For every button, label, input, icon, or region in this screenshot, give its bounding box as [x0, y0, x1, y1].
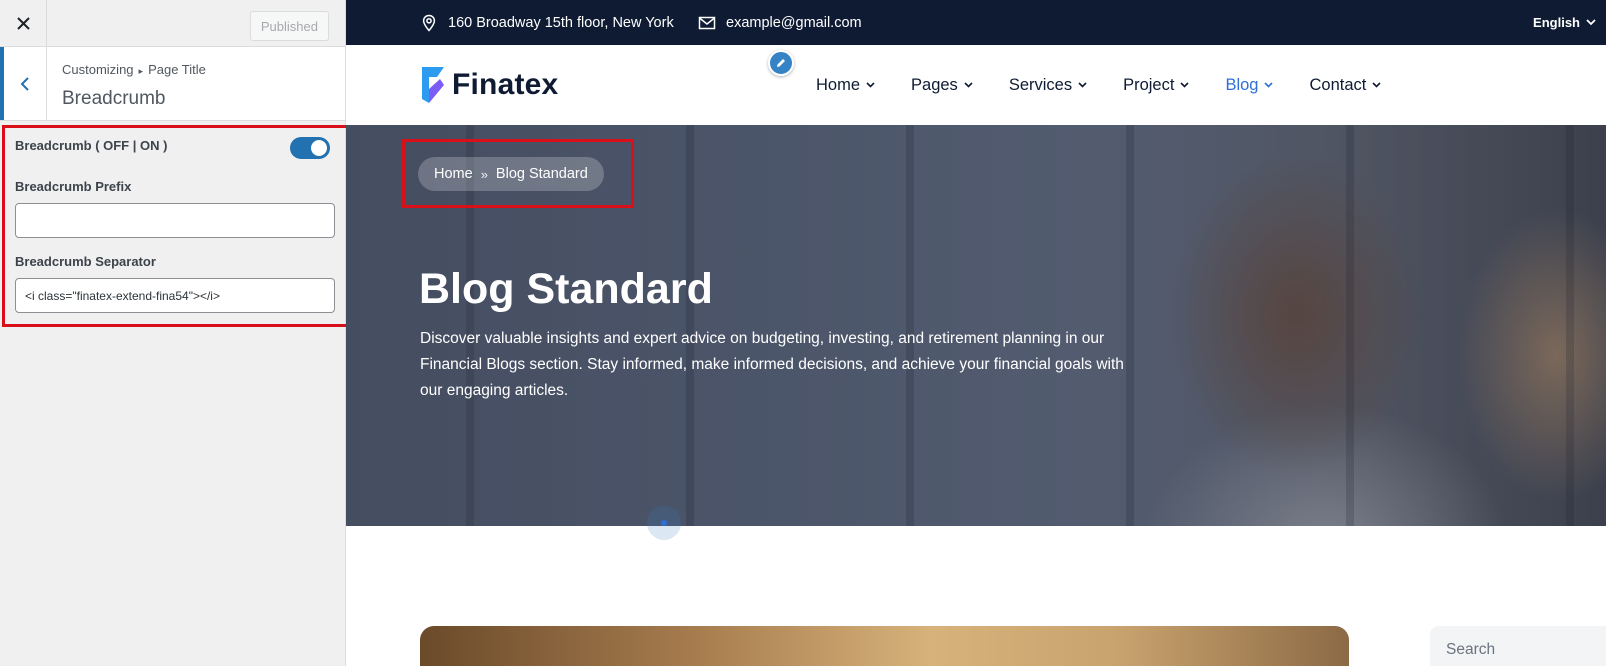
menu-item-blog[interactable]: Blog	[1225, 76, 1274, 95]
breadcrumb-home-link[interactable]: Home	[434, 166, 473, 182]
publish-button[interactable]: Published	[249, 11, 329, 41]
chevron-down-icon	[964, 82, 973, 88]
main-navbar: Finatex Home Pages Services Project Blog…	[346, 45, 1606, 125]
site-logo[interactable]: Finatex	[420, 65, 558, 105]
hero-content: Home » Blog Standard Blog Standard Disco…	[346, 125, 1606, 526]
breadcrumb-parent: Page Title	[148, 62, 206, 77]
close-customizer-button[interactable]	[0, 0, 47, 47]
menu-label[interactable]: Services	[1009, 76, 1072, 95]
pencil-icon	[777, 59, 785, 67]
hero-breadcrumb: Home » Blog Standard	[418, 157, 604, 191]
breadcrumb-controls-highlight: Breadcrumb ( OFF | ON ) Breadcrumb Prefi…	[2, 125, 349, 327]
breadcrumb-toggle[interactable]	[290, 137, 330, 159]
prefix-label: Breadcrumb Prefix	[15, 179, 132, 194]
language-label[interactable]: English	[1533, 15, 1580, 30]
breadcrumb-current: Blog Standard	[495, 166, 588, 182]
logo-text[interactable]: Finatex	[452, 68, 558, 102]
chevron-down-icon	[1078, 82, 1087, 88]
double-chevron-right-icon: »	[480, 166, 488, 182]
chevron-down-icon	[1586, 19, 1596, 26]
breadcrumb-prefix-input[interactable]	[15, 203, 335, 238]
email-text[interactable]: example@gmail.com	[726, 15, 862, 31]
sidebar-search-input[interactable]: Search	[1430, 626, 1606, 666]
address-text: 160 Broadway 15th floor, New York	[448, 14, 674, 31]
main-menu: Home Pages Services Project Blog Contact	[816, 45, 1417, 125]
chevron-down-icon	[1264, 82, 1274, 88]
menu-item-home[interactable]: Home	[816, 76, 875, 95]
back-button[interactable]	[0, 47, 47, 120]
map-pin-icon	[422, 14, 436, 32]
toggle-knob	[311, 140, 327, 156]
top-bar: 160 Broadway 15th floor, New York exampl…	[346, 0, 1606, 45]
menu-item-services[interactable]: Services	[1009, 76, 1087, 95]
chevron-down-icon	[1372, 82, 1381, 88]
loading-indicator	[647, 506, 681, 540]
logo-mark-icon	[422, 67, 444, 103]
blog-post-image[interactable]	[420, 626, 1349, 666]
menu-item-pages[interactable]: Pages	[911, 76, 973, 95]
customizer-header: Published	[0, 0, 345, 47]
section-title: Breadcrumb	[62, 88, 166, 109]
language-selector[interactable]: English	[1533, 0, 1596, 45]
address-info: 160 Broadway 15th floor, New York	[420, 0, 674, 45]
page-title-hero: Home » Blog Standard Blog Standard Disco…	[346, 125, 1606, 526]
menu-item-contact[interactable]: Contact	[1309, 76, 1381, 95]
section-header: Customizing ▸ Page Title Breadcrumb	[0, 47, 345, 121]
customizer-breadcrumb: Customizing ▸ Page Title	[62, 62, 206, 77]
customizer-sidebar: Published Customizing ▸ Page Title Breadcr…	[0, 0, 349, 666]
menu-label[interactable]: Project	[1123, 76, 1174, 95]
edit-shortcut-button[interactable]	[768, 50, 794, 76]
chevron-left-icon	[20, 76, 29, 91]
triangle-right-icon: ▸	[138, 66, 144, 76]
separator-label: Breadcrumb Separator	[15, 254, 156, 269]
email-info[interactable]: example@gmail.com	[698, 0, 862, 45]
menu-label[interactable]: Blog	[1225, 76, 1258, 95]
menu-label[interactable]: Contact	[1309, 76, 1366, 95]
menu-item-project[interactable]: Project	[1123, 76, 1190, 95]
page-description: Discover valuable insights and expert ad…	[420, 330, 1124, 399]
breadcrumb-root: Customizing	[62, 62, 134, 77]
envelope-icon	[698, 16, 716, 29]
site-preview: 160 Broadway 15th floor, New York exampl…	[346, 0, 1606, 666]
page-title: Blog Standard	[419, 265, 713, 313]
chevron-down-icon	[1180, 82, 1190, 88]
chevron-down-icon	[866, 82, 875, 88]
close-icon	[16, 17, 30, 30]
breadcrumb-separator-input[interactable]: <i class="finatex-extend-fina54"></i>	[15, 278, 335, 313]
menu-label[interactable]: Home	[816, 76, 860, 95]
toggle-label: Breadcrumb ( OFF | ON )	[15, 138, 168, 153]
menu-label[interactable]: Pages	[911, 76, 958, 95]
